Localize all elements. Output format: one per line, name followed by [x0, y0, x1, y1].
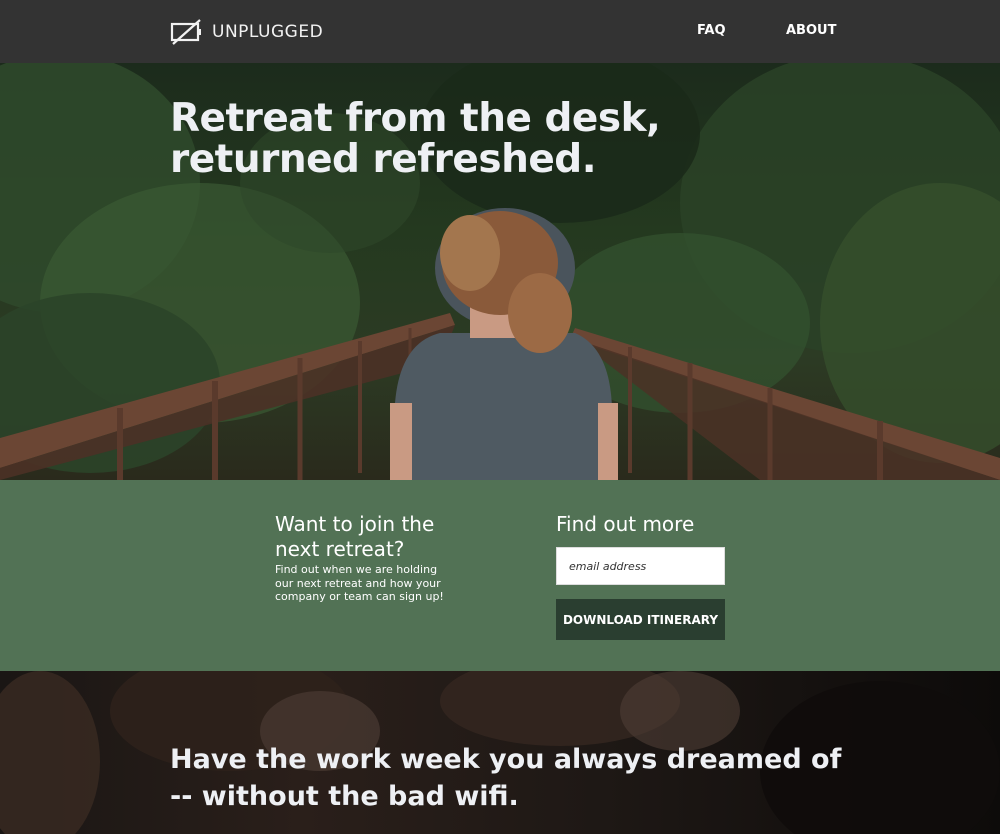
join-retreat-heading: Want to join the next retreat? [275, 512, 435, 561]
tagline-section: Have the work week you always dreamed of… [0, 671, 1000, 834]
download-itinerary-button[interactable]: DOWNLOAD ITINERARY [556, 599, 725, 640]
brand-name: UNPLUGGED [212, 22, 324, 42]
unplugged-battery-icon [170, 19, 201, 45]
find-out-more-heading: Find out more [556, 512, 695, 536]
join-retreat-description: Find out when we are holding our next re… [275, 563, 444, 603]
email-field[interactable] [556, 547, 725, 585]
hero-title-line-2: returned refreshed. [170, 137, 597, 182]
signup-section: Want to join the next retreat? Find out … [0, 480, 1000, 671]
brand-logo[interactable]: UNPLUGGED [170, 18, 323, 46]
hero-section: Retreat from the desk, returned refreshe… [0, 63, 1000, 480]
nav-link-faq[interactable]: FAQ [697, 23, 726, 38]
nav-link-about[interactable]: ABOUT [786, 23, 836, 38]
hero-title: Retreat from the desk, returned refreshe… [170, 98, 730, 180]
site-header: UNPLUGGED FAQ ABOUT [0, 0, 1000, 63]
tagline-heading: Have the work week you always dreamed of… [170, 744, 842, 812]
hero-title-line-1: Retreat from the desk, [170, 96, 661, 141]
